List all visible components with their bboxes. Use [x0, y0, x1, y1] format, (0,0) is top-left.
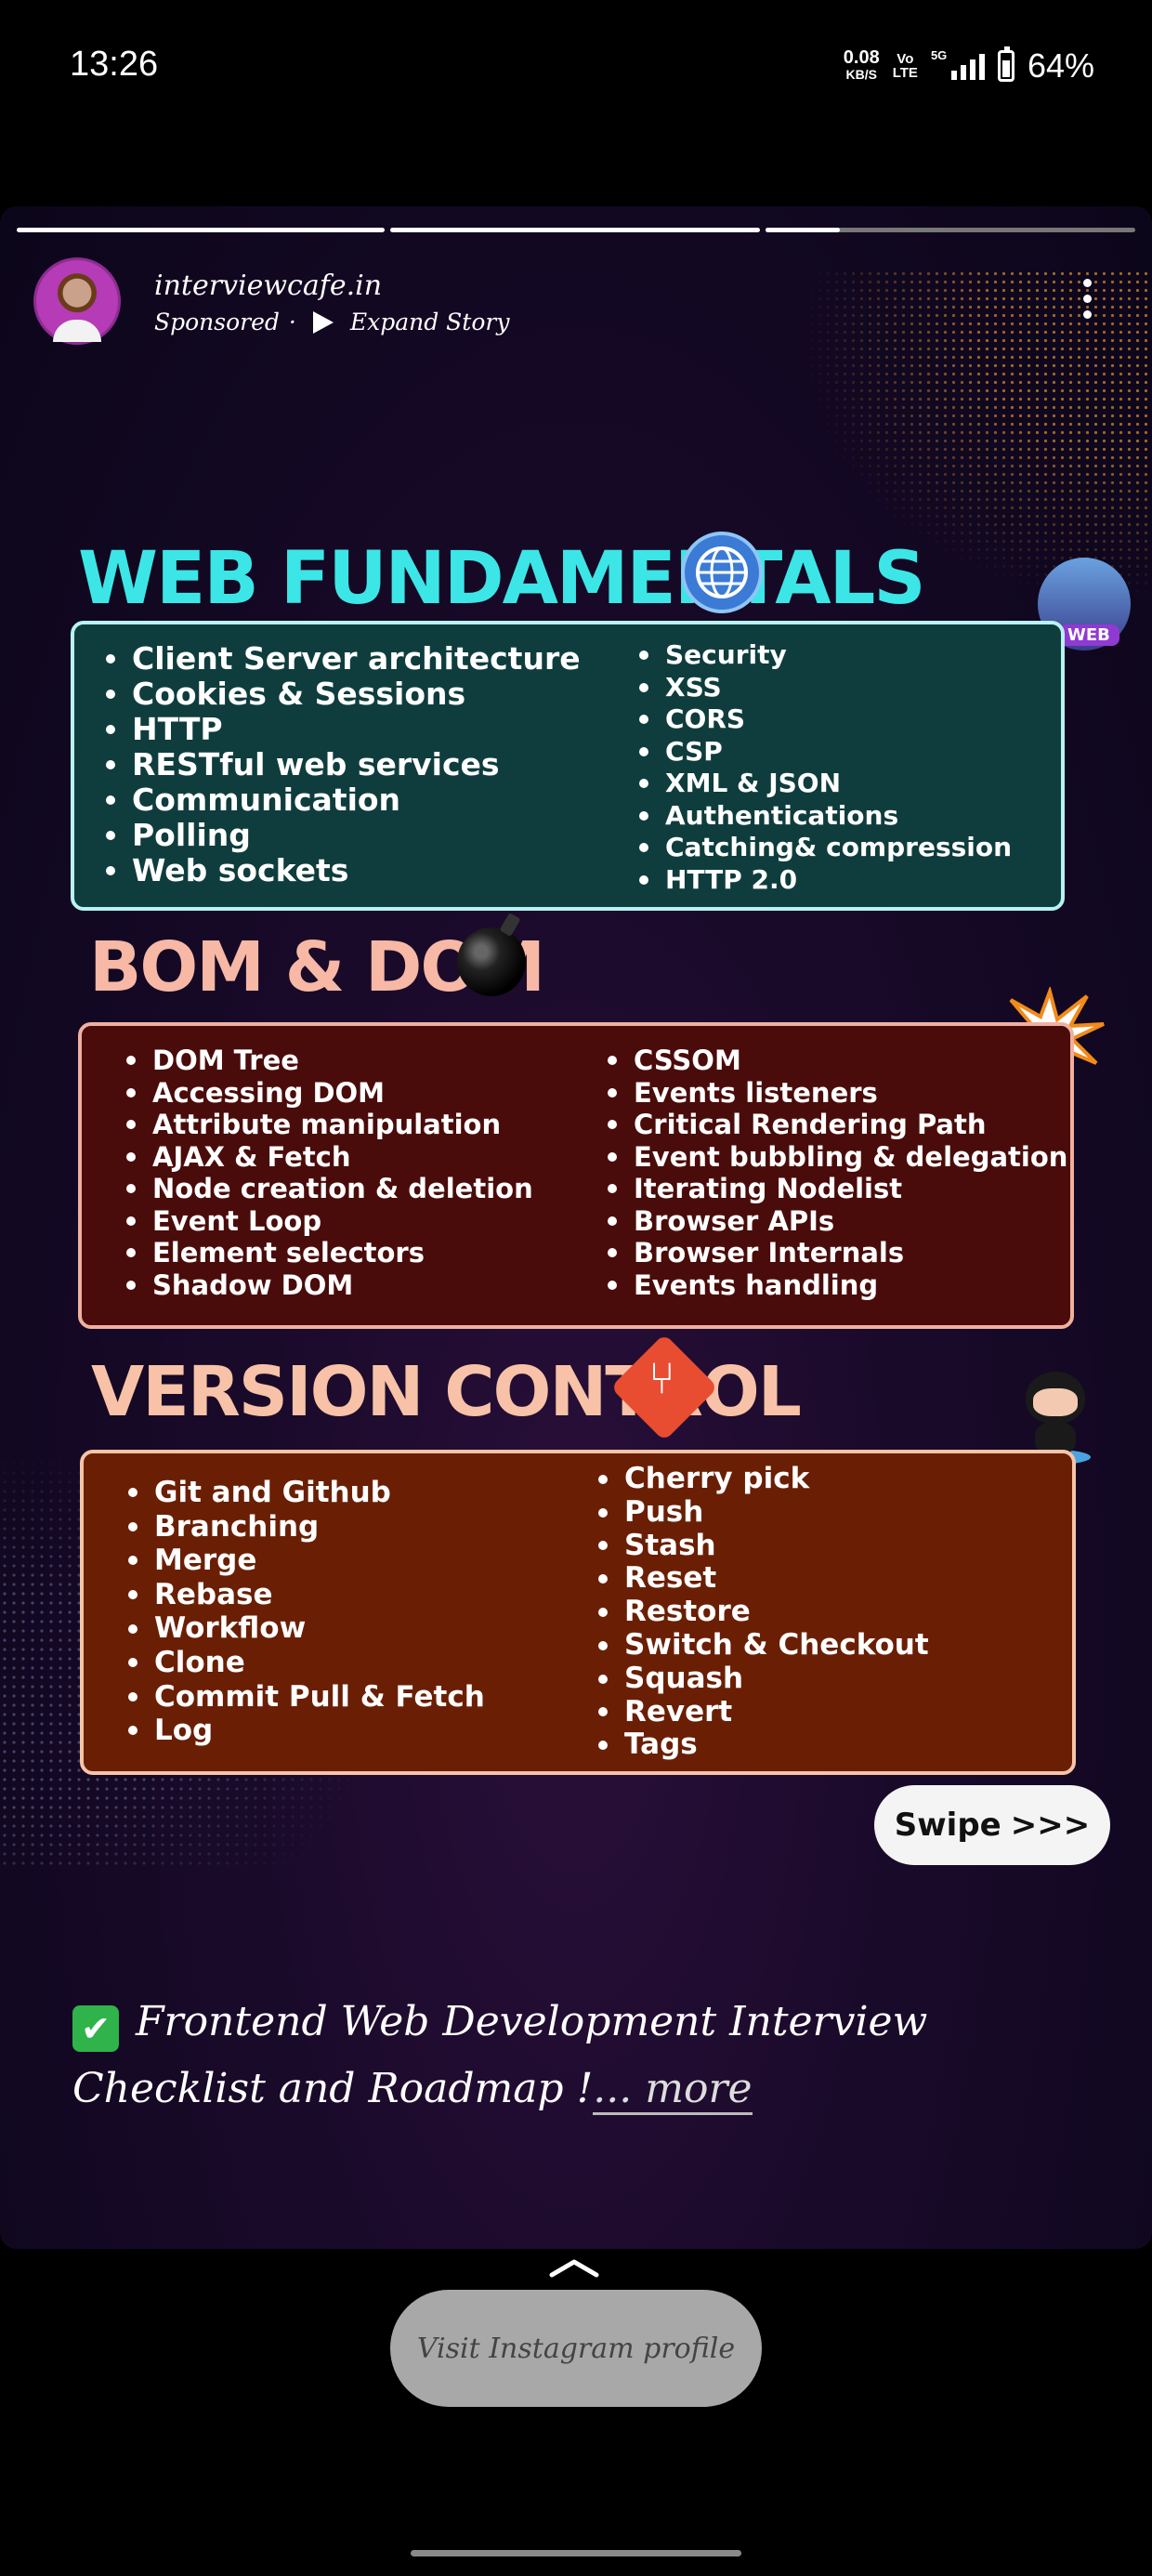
list-item: Switch & Checkout	[595, 1628, 929, 1663]
list-item: Web sockets	[102, 853, 581, 888]
story-progress-3	[766, 228, 1135, 232]
web-fundamentals-title: WEB FUNDAMENTALS	[78, 537, 926, 621]
list-item: Push	[595, 1495, 929, 1530]
list-item: Client Server architecture	[102, 641, 581, 677]
bom-list-left: DOM Tree Accessing DOM Attribute manipulat…	[123, 1045, 533, 1301]
list-item: Node creation & deletion	[123, 1173, 533, 1205]
list-item: Cherry pick	[595, 1462, 929, 1496]
more-options-icon[interactable]	[1083, 279, 1096, 319]
list-item: Clone	[124, 1646, 485, 1680]
list-item: Cookies & Sessions	[102, 677, 581, 712]
list-item: Squash	[595, 1662, 929, 1696]
caption-text: Frontend Web Development Interview Check…	[72, 1998, 928, 2112]
swipe-arrows-icon: >>>	[1010, 1807, 1091, 1844]
list-item: Shadow DOM	[123, 1269, 533, 1302]
battery-icon	[997, 46, 1015, 82]
list-item: Critical Rendering Path	[604, 1109, 1067, 1141]
web-list-right: Security XSS CORS CSP XML & JSON Authenticat…	[635, 639, 1012, 896]
network-speed: 0.08 KB/S	[843, 47, 880, 83]
story-progress-2	[390, 228, 760, 232]
list-item: DOM Tree	[123, 1045, 533, 1077]
list-item: Browser APIs	[604, 1205, 1067, 1238]
bom-list-right: CSSOM Events listeners Critical Rendering …	[604, 1045, 1067, 1301]
version-list-left: Git and Github Branching Merge Rebase Workfl…	[124, 1476, 485, 1748]
web-list-left: Client Server architecture Cookies & Sess…	[102, 641, 581, 888]
list-item: Attribute manipulation	[123, 1109, 533, 1141]
list-item: AJAX & Fetch	[123, 1141, 533, 1174]
volte-icon: Vo LTE	[893, 52, 918, 80]
swipe-button[interactable]: Swipe >>>	[874, 1785, 1110, 1865]
list-item: Commit Pull & Fetch	[124, 1680, 485, 1715]
globe-icon	[681, 532, 763, 613]
status-time: 13:26	[70, 45, 159, 84]
list-item: Stash	[595, 1529, 929, 1563]
list-item: Log	[124, 1714, 485, 1748]
list-item: CORS	[635, 703, 1012, 736]
list-item: Events listeners	[604, 1077, 1067, 1110]
checkmark-icon: ✔	[72, 2005, 119, 2052]
sponsored-row: Sponsored · Expand Story	[154, 309, 509, 335]
status-icons: 0.08 KB/S Vo LTE 5G 64%	[844, 46, 1094, 85]
list-item: Restore	[595, 1595, 929, 1629]
signal-icon: 5G	[931, 48, 985, 80]
story-caption[interactable]: ✔ Frontend Web Development Interview Chec…	[72, 1989, 1094, 2123]
account-handle[interactable]: interviewcafe.in	[154, 269, 382, 302]
list-item: XSS	[635, 672, 1012, 704]
list-item: Workflow	[124, 1611, 485, 1646]
list-item: Merge	[124, 1544, 485, 1578]
list-item: CSSOM	[604, 1045, 1067, 1077]
list-item: Rebase	[124, 1578, 485, 1612]
list-item: Reset	[595, 1562, 929, 1596]
volte-bottom: LTE	[892, 65, 918, 81]
list-item: Element selectors	[123, 1237, 533, 1269]
list-item: RESTful web services	[102, 747, 581, 782]
list-item: Events handling	[604, 1269, 1067, 1302]
expand-story-link[interactable]: Expand Story	[350, 309, 510, 335]
list-item: Browser Internals	[604, 1237, 1067, 1269]
web-badge-label: WEB	[1058, 624, 1119, 646]
avatar[interactable]	[33, 257, 121, 345]
battery-percent: 64%	[1027, 46, 1094, 85]
list-item: Authentications	[635, 800, 1012, 833]
list-item: HTTP 2.0	[635, 864, 1012, 897]
home-indicator[interactable]	[411, 2550, 741, 2556]
network-speed-unit: KB/S	[845, 67, 877, 82]
list-item: Iterating Nodelist	[604, 1173, 1067, 1205]
list-item: Revert	[595, 1695, 929, 1729]
sponsored-label: Sponsored	[154, 309, 280, 335]
list-item: CSP	[635, 736, 1012, 769]
list-item: Git and Github	[124, 1476, 485, 1510]
volte-top: Vo	[897, 51, 914, 67]
swipe-label: Swipe	[894, 1807, 1001, 1844]
list-item: Event Loop	[123, 1205, 533, 1238]
list-item: Branching	[124, 1510, 485, 1544]
list-item: HTTP	[102, 712, 581, 747]
more-link[interactable]: ... more	[593, 2065, 753, 2115]
bomb-icon	[457, 927, 526, 996]
separator: ·	[288, 309, 296, 335]
list-item: Tags	[595, 1728, 929, 1762]
list-item: Security	[635, 639, 1012, 672]
list-item: Communication	[102, 782, 581, 818]
list-item: Catching& compression	[635, 832, 1012, 864]
visit-instagram-profile-button[interactable]: Visit Instagram profile	[390, 2290, 762, 2407]
list-item: Event bubbling & delegation	[604, 1141, 1067, 1174]
version-list-right: Cherry pick Push Stash Reset Restore Switch &…	[595, 1462, 929, 1762]
play-icon[interactable]	[312, 310, 334, 334]
list-item: Accessing DOM	[123, 1077, 533, 1110]
story-progress-1	[17, 228, 385, 232]
list-item: XML & JSON	[635, 768, 1012, 800]
list-item: Polling	[102, 818, 581, 853]
network-type: 5G	[930, 48, 948, 62]
chevron-up-icon[interactable]	[548, 2256, 600, 2279]
network-speed-value: 0.08	[843, 47, 880, 68]
